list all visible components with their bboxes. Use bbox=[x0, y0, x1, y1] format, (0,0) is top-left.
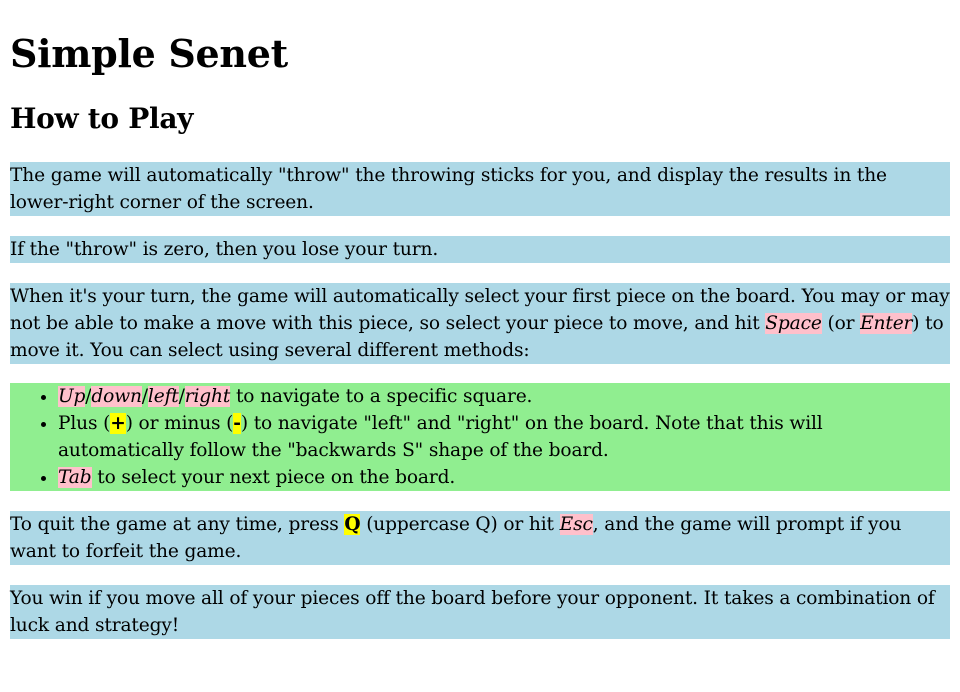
key-plus: + bbox=[110, 413, 126, 434]
key-esc: Esc bbox=[559, 514, 593, 535]
paragraph-zero-throw: If the "throw" is zero, then you lose yo… bbox=[10, 236, 950, 263]
key-up: Up bbox=[58, 386, 86, 407]
list-item-arrow-keys: Up/down/left/right to navigate to a spec… bbox=[58, 383, 950, 410]
key-right: right bbox=[184, 386, 231, 407]
section-heading-how-to-play: How to Play bbox=[10, 102, 194, 135]
text: to select your next piece on the board. bbox=[91, 467, 456, 488]
text: To quit the game at any time, press bbox=[10, 514, 345, 535]
paragraph-select-piece: When it's your turn, the game will autom… bbox=[10, 283, 950, 364]
key-q: Q bbox=[344, 514, 361, 535]
separator: / bbox=[141, 386, 148, 407]
text: ) or minus ( bbox=[125, 413, 234, 434]
key-tab: Tab bbox=[58, 467, 92, 488]
page-title: Simple Senet bbox=[10, 31, 288, 76]
key-down: down bbox=[91, 386, 142, 407]
paragraph-win-condition: You win if you move all of your pieces o… bbox=[10, 585, 950, 639]
list-item-plus-minus: Plus (+) or minus (-) to navigate "left"… bbox=[58, 410, 950, 464]
selection-methods-list: Up/down/left/right to navigate to a spec… bbox=[10, 383, 950, 491]
key-space: Space bbox=[765, 313, 822, 334]
text: (uppercase Q) or hit bbox=[360, 514, 560, 535]
list-item-tab: Tab to select your next piece on the boa… bbox=[58, 464, 950, 491]
key-minus: - bbox=[233, 413, 241, 434]
paragraph-throw-info: The game will automatically "throw" the … bbox=[10, 162, 950, 216]
text: (or bbox=[821, 313, 861, 334]
key-left: left bbox=[147, 386, 179, 407]
text: Plus ( bbox=[58, 413, 111, 434]
paragraph-quit: To quit the game at any time, press Q (u… bbox=[10, 511, 950, 565]
text: to navigate to a specific square. bbox=[230, 386, 533, 407]
separator: / bbox=[178, 386, 185, 407]
key-enter: Enter bbox=[860, 313, 913, 334]
